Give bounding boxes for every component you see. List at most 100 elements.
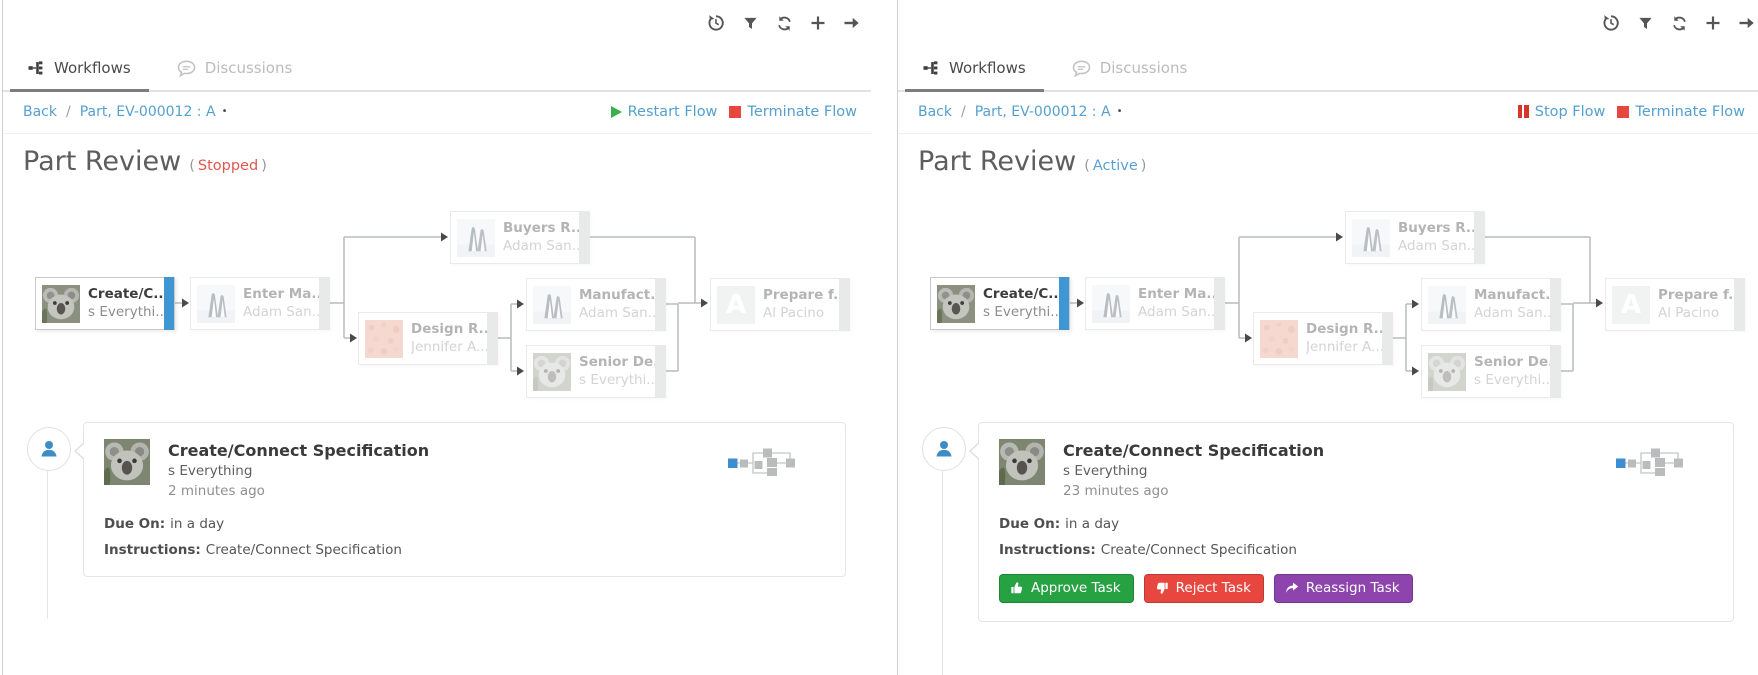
- task-timestamp: 23 minutes ago: [1063, 482, 1324, 502]
- due-value: in a day: [1065, 516, 1119, 532]
- history-button[interactable]: [1602, 14, 1620, 32]
- node-status-bar: [1059, 277, 1069, 330]
- tab-discussions[interactable]: Discussions: [174, 46, 296, 90]
- node-text: Prepare f...Al Pacino: [1658, 287, 1744, 322]
- add-icon: [1705, 15, 1721, 31]
- workflow-node-enter[interactable]: Enter Ma...Adam San...: [1085, 277, 1225, 330]
- back-link[interactable]: Back: [918, 104, 952, 120]
- node-status-bar: [487, 312, 497, 365]
- tab-workflows[interactable]: Workflows: [25, 46, 134, 90]
- workflow-node-buyers[interactable]: Buyers R...Adam San...: [1345, 211, 1485, 264]
- filter-icon: [1638, 16, 1653, 31]
- node-status-bar: [655, 345, 665, 398]
- approve-task-button[interactable]: Approve Task: [999, 574, 1134, 603]
- workflow-node-prepare[interactable]: APrepare f...Al Pacino: [1605, 278, 1745, 331]
- node-text: Buyers R...Adam San...: [1398, 220, 1484, 255]
- instructions-row: Instructions:Create/Connect Specificatio…: [999, 542, 1713, 558]
- pause-icon: [1518, 105, 1529, 118]
- node-status-bar: [1382, 312, 1392, 365]
- workflow-node-create[interactable]: Create/C...s Everythi...: [35, 277, 175, 330]
- node-subtitle: Adam San...: [1138, 304, 1212, 322]
- workflow-node-senior[interactable]: Senior De...s Everythi...: [1421, 345, 1561, 398]
- mini-workflow-icon[interactable]: [1615, 447, 1685, 479]
- add-button[interactable]: [809, 14, 827, 32]
- timeline-line: [47, 469, 48, 619]
- node-title: Create/C...: [983, 286, 1057, 304]
- node-avatar: A: [1612, 286, 1650, 324]
- tab-workflows-label: Workflows: [54, 59, 131, 77]
- node-title: Senior De...: [1474, 354, 1548, 372]
- node-text: Prepare f...Al Pacino: [763, 287, 849, 322]
- workflow-node-prepare[interactable]: APrepare f...Al Pacino: [710, 278, 850, 331]
- breadcrumb: Back / Part, EV-000012 : A • Restart Flo…: [3, 90, 871, 134]
- filter-icon: [743, 16, 758, 31]
- filter-button[interactable]: [1636, 14, 1654, 32]
- workflow-node-enter[interactable]: Enter Ma...Adam San...: [190, 277, 330, 330]
- node-avatar: [1428, 286, 1466, 324]
- koala-photo: [999, 439, 1045, 485]
- abstract-photo: [365, 320, 403, 358]
- node-text: Senior De...s Everythi...: [579, 354, 665, 389]
- thumbs-up-icon-wrap: [1010, 581, 1024, 595]
- workflow-panels: Workflows Discussions Back / Part, EV-00…: [0, 0, 1758, 675]
- history-button[interactable]: [707, 14, 725, 32]
- workflow-node-senior[interactable]: Senior De...s Everythi...: [526, 345, 666, 398]
- node-subtitle: Jennifer A...: [1306, 339, 1380, 357]
- title-row: Part Review (Active): [918, 146, 1146, 177]
- workflow-node-manufact[interactable]: Manufact...Adam San...: [1421, 278, 1561, 331]
- play-icon: [611, 106, 622, 118]
- reassign-icon: [1285, 581, 1299, 595]
- restart-flow-action[interactable]: Restart Flow: [611, 104, 718, 120]
- tab-discussions[interactable]: Discussions: [1069, 46, 1191, 90]
- node-subtitle: Al Pacino: [1658, 305, 1732, 323]
- mini-workflow-icon[interactable]: [727, 447, 797, 479]
- node-status-bar: [1550, 345, 1560, 398]
- node-text: Buyers R...Adam San...: [503, 220, 589, 255]
- node-status-bar: [319, 277, 329, 330]
- stop-flow-action[interactable]: Stop Flow: [1518, 104, 1606, 120]
- go-forward-button[interactable]: [843, 14, 861, 32]
- breadcrumb-item-link[interactable]: Part, EV-000012 : A: [80, 104, 216, 120]
- back-link[interactable]: Back: [23, 104, 57, 120]
- thumbs-down-icon: [1155, 581, 1169, 595]
- history-icon: [1602, 14, 1620, 32]
- penguins-photo: [1092, 285, 1130, 323]
- workflow-node-design[interactable]: Design R...Jennifer A...: [1253, 312, 1393, 365]
- reassign-task-button[interactable]: Reassign Task: [1274, 574, 1413, 603]
- workflow-node-buyers[interactable]: Buyers R...Adam San...: [450, 211, 590, 264]
- koala-photo: [937, 285, 975, 323]
- flow-action-label: Terminate Flow: [1635, 104, 1745, 120]
- koala-photo: [533, 353, 571, 391]
- node-text: Manufact...Adam San...: [579, 287, 665, 322]
- go-forward-button[interactable]: [1738, 14, 1756, 32]
- task-button-label: Approve Task: [1031, 580, 1121, 596]
- node-avatar: [1092, 285, 1130, 323]
- flow-actions: Restart Flow Terminate Flow: [611, 104, 857, 120]
- add-button[interactable]: [1704, 14, 1722, 32]
- breadcrumb-item-link[interactable]: Part, EV-000012 : A: [975, 104, 1111, 120]
- tab-workflows[interactable]: Workflows: [920, 46, 1029, 90]
- refresh-icon: [1671, 15, 1688, 32]
- terminate-flow-action[interactable]: Terminate Flow: [729, 104, 857, 120]
- task-avatar: [104, 439, 150, 485]
- node-subtitle: Adam San...: [579, 305, 653, 323]
- refresh-button[interactable]: [775, 14, 793, 32]
- terminate-flow-action[interactable]: Terminate Flow: [1617, 104, 1745, 120]
- refresh-button[interactable]: [1670, 14, 1688, 32]
- node-avatar: [937, 285, 975, 323]
- workflow-node-manufact[interactable]: Manufact...Adam San...: [526, 278, 666, 331]
- workflow-node-design[interactable]: Design R...Jennifer A...: [358, 312, 498, 365]
- tab-workflows-label: Workflows: [949, 59, 1026, 77]
- reassign-icon-wrap: [1285, 581, 1299, 595]
- task-card-header: Create/Connect Specification s Everythin…: [999, 439, 1713, 501]
- workflow-status: Stopped: [198, 158, 258, 174]
- node-avatar: [365, 320, 403, 358]
- workflow-node-create[interactable]: Create/C...s Everythi...: [930, 277, 1070, 330]
- paren-open: (: [189, 158, 195, 174]
- node-avatar: [533, 353, 571, 391]
- task-avatar: [999, 439, 1045, 485]
- reject-task-button[interactable]: Reject Task: [1144, 574, 1264, 603]
- assignee-avatar-badge: [922, 427, 966, 471]
- filter-button[interactable]: [741, 14, 759, 32]
- flow-actions: Stop Flow Terminate Flow: [1518, 104, 1745, 120]
